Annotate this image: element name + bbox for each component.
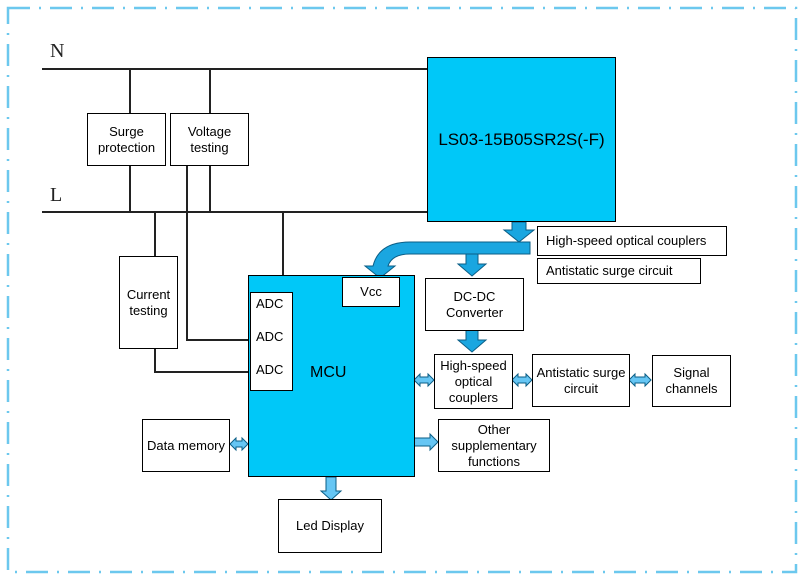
double-arrow-icon (511, 372, 533, 388)
arrow-right-icon (413, 432, 439, 452)
antistatic-circuit-block: Antistatic surge circuit (532, 354, 630, 407)
led-display-block: Led Display (278, 499, 382, 553)
neutral-label: N (50, 40, 65, 62)
adc-label: ADC (256, 329, 284, 344)
adc-label: ADC (256, 362, 284, 377)
double-arrow-icon (229, 436, 249, 452)
data-memory-block: Data memory (142, 419, 230, 472)
dcdc-converter-block: DC-DC Converter (425, 278, 524, 331)
hs-coupler-label-block: High-speed optical couplers (537, 226, 727, 256)
arrow-down-icon (319, 476, 343, 501)
adc-label: ADC (256, 296, 284, 311)
double-arrow-icon (628, 372, 652, 388)
power-module-block: LS03-15B05SR2S(-F) (427, 57, 616, 222)
antistatic-label-block: Antistatic surge circuit (537, 258, 701, 284)
curved-arrow-icon (363, 241, 531, 279)
signal-channels-block: Signal channels (652, 355, 731, 407)
voltage-testing-block: Voltage testing (170, 113, 249, 166)
arrow-down-icon (456, 329, 488, 353)
arrow-down-icon (502, 221, 536, 243)
current-testing-block: Current testing (119, 256, 178, 349)
other-functions-block: Other supplementary functions (438, 419, 550, 472)
live-label: L (50, 184, 63, 206)
vcc-block: Vcc (342, 277, 400, 307)
surge-protection-block: Surge protection (87, 113, 166, 166)
hs-coupler-block: High-speed optical couplers (434, 354, 513, 409)
arrow-down-icon (456, 253, 488, 277)
double-arrow-icon (413, 372, 435, 388)
mcu-label: MCU (310, 364, 347, 381)
